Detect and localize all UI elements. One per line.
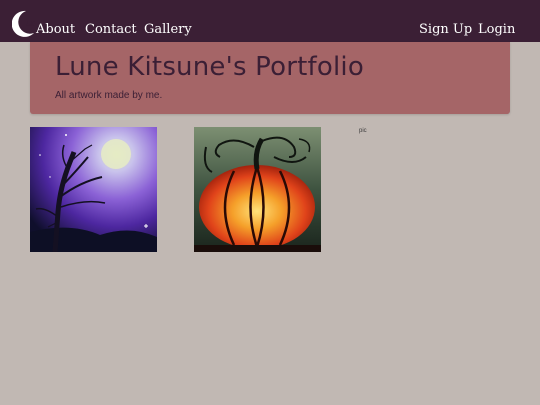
nav-link-contact[interactable]: Contact [85,22,137,38]
nav-link-about[interactable]: About [36,22,75,38]
page-subtitle: All artwork made by me. [55,90,163,101]
logo-text: LK [25,21,35,28]
nav-link-gallery[interactable]: Gallery [144,22,192,38]
broken-image-alt-text: pic [359,128,367,134]
artwork-moon-tree-image[interactable] [30,127,157,252]
nav-link-sign-up[interactable]: Sign Up [419,22,472,38]
navbar: LK About Contact Gallery Sign Up Login [0,0,540,42]
moon-logo-icon[interactable]: LK [12,9,38,39]
page-title: Lune Kitsune's Portfolio [55,52,364,82]
artwork-pumpkin-image[interactable] [194,127,321,252]
hero-banner: Lune Kitsune's Portfolio All artwork mad… [30,42,510,114]
nav-link-login[interactable]: Login [478,22,515,38]
